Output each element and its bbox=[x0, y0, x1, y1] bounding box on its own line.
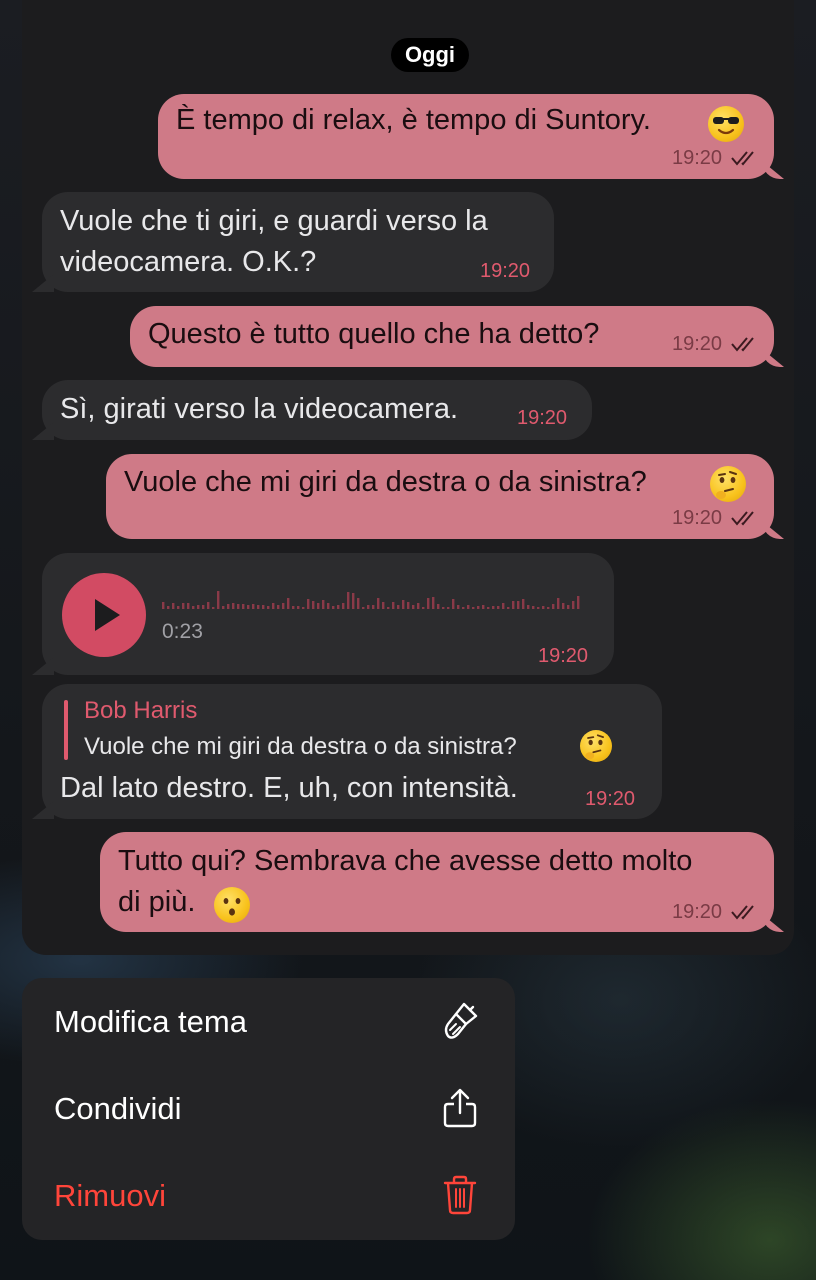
message-text-line-2: videocamera. O.K.? bbox=[60, 246, 317, 278]
play-icon bbox=[95, 599, 120, 631]
voice-message[interactable]: 0:23 19:20 bbox=[42, 553, 614, 675]
read-checkmarks-icon bbox=[731, 151, 754, 166]
thinking-face-emoji-icon bbox=[580, 730, 612, 762]
message-time: 19:20 bbox=[585, 788, 636, 810]
message-text: Vuole che mi giri da destra o da sinistr… bbox=[124, 466, 647, 498]
message-outgoing[interactable]: Vuole che mi giri da destra o da sinistr… bbox=[106, 454, 774, 539]
menu-item-label: Rimuovi bbox=[54, 1178, 166, 1213]
trash-icon bbox=[443, 1175, 477, 1215]
menu-item-label: Condividi bbox=[54, 1091, 182, 1126]
message-incoming[interactable]: Sì, girati verso la videocamera. 19:20 bbox=[42, 380, 592, 440]
thinking-face-emoji-icon bbox=[710, 466, 746, 502]
message-time: 19:20 bbox=[517, 407, 568, 429]
message-text-line-1: Tutto qui? Sembrava che avesse detto mol… bbox=[118, 845, 693, 877]
voice-duration: 0:23 bbox=[162, 620, 203, 643]
menu-item-edit-theme[interactable]: Modifica tema bbox=[22, 978, 515, 1065]
context-menu: Modifica tema Condividi Rimuovi bbox=[22, 978, 515, 1240]
message-text: È tempo di relax, è tempo di Suntory. bbox=[176, 104, 651, 136]
message-text: Dal lato destro. E, uh, con intensità. bbox=[60, 772, 518, 804]
read-checkmarks-icon bbox=[731, 511, 754, 526]
message-time: 19:20 bbox=[672, 333, 723, 355]
share-icon bbox=[443, 1088, 477, 1128]
waveform bbox=[162, 591, 580, 609]
message-time: 19:20 bbox=[538, 645, 589, 667]
play-button[interactable] bbox=[62, 573, 146, 657]
menu-item-share[interactable]: Condividi bbox=[22, 1065, 515, 1152]
menu-item-remove[interactable]: Rimuovi bbox=[22, 1152, 515, 1239]
read-checkmarks-icon bbox=[731, 337, 754, 352]
message-text: Sì, girati verso la videocamera. bbox=[60, 393, 459, 425]
message-text-line-2: di più. bbox=[118, 886, 196, 918]
message-outgoing[interactable]: Questo è tutto quello che ha detto? 19:2… bbox=[130, 306, 774, 367]
message-time: 19:20 bbox=[672, 901, 723, 923]
date-separator: Oggi bbox=[391, 38, 469, 72]
message-text-line-1: Vuole che ti giri, e guardi verso la bbox=[60, 205, 488, 237]
reply-quote-bar bbox=[64, 700, 68, 760]
read-checkmarks-icon bbox=[731, 905, 754, 920]
message-incoming-reply[interactable]: Bob Harris Vuole che mi giri da destra o… bbox=[42, 684, 662, 819]
brush-icon bbox=[444, 1002, 478, 1039]
message-outgoing[interactable]: È tempo di relax, è tempo di Suntory. 19… bbox=[158, 94, 774, 179]
message-time: 19:20 bbox=[672, 147, 723, 169]
message-outgoing[interactable]: Tutto qui? Sembrava che avesse detto mol… bbox=[100, 832, 774, 932]
hushed-face-emoji-icon bbox=[214, 887, 250, 923]
reply-quoted-text: Vuole che mi giri da destra o da sinistr… bbox=[84, 733, 517, 760]
message-time: 19:20 bbox=[480, 260, 531, 282]
message-time: 19:20 bbox=[672, 507, 723, 529]
message-incoming[interactable]: Vuole che ti giri, e guardi verso la vid… bbox=[42, 192, 554, 292]
menu-item-label: Modifica tema bbox=[54, 1004, 247, 1039]
sunglasses-emoji-icon bbox=[708, 106, 744, 142]
reply-author: Bob Harris bbox=[84, 697, 198, 724]
message-text: Questo è tutto quello che ha detto? bbox=[148, 318, 600, 350]
